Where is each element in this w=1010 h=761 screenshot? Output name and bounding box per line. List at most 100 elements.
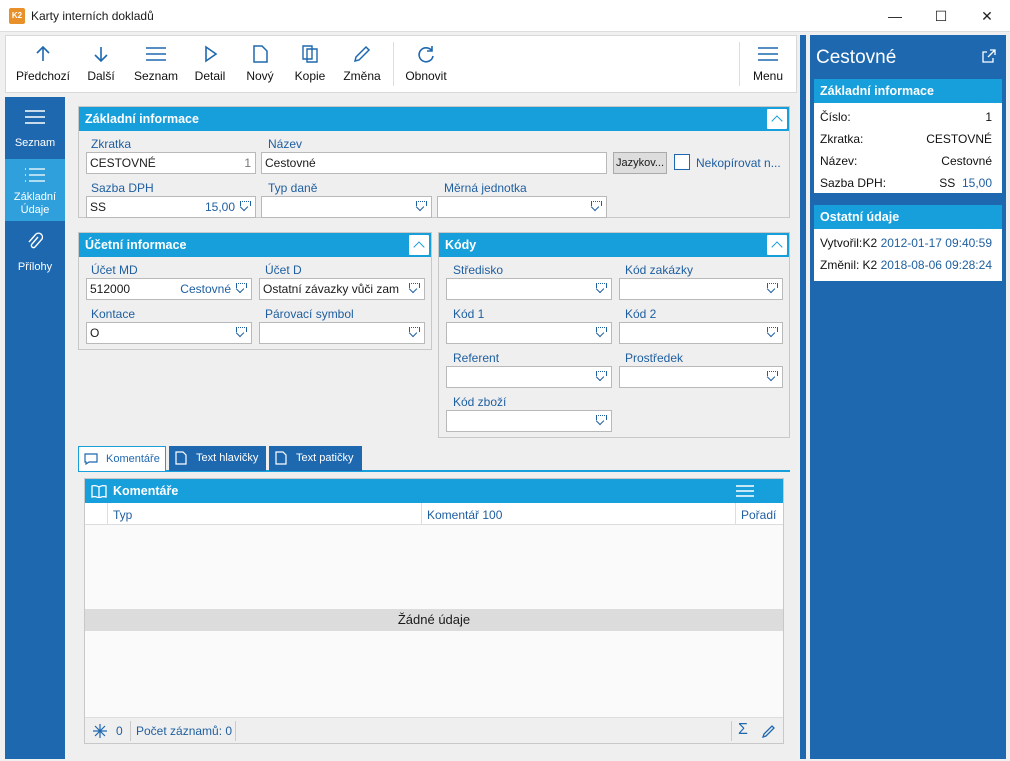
nav-item-attachments[interactable]: Přílohy [5,223,65,283]
dropdown-icon[interactable] [408,282,420,296]
abbr-label: Zkratka [91,137,132,151]
d-field[interactable]: Ostatní závazky vůči zam [259,278,425,300]
list-button[interactable]: Seznam [130,36,182,92]
comments-header: Komentáře [85,479,783,503]
goods-field[interactable] [446,410,612,432]
right-detail-panel: Cestovné Základní informace Číslo: 1 Zkra… [810,35,1006,759]
column-comment[interactable]: Komentář 100 [427,508,502,522]
title-bar: K2 Karty interních dokladů — ☐ ✕ [0,0,1010,32]
minimize-button[interactable]: — [872,0,918,32]
dropdown-icon[interactable] [595,326,607,340]
popout-icon[interactable] [982,49,996,63]
dropdown-icon[interactable] [595,370,607,384]
center-field[interactable] [446,278,612,300]
change-button[interactable]: Změna [338,36,386,92]
dropdown-icon[interactable] [595,414,607,428]
previous-button[interactable]: Předchozí [12,36,74,92]
code1-field[interactable] [446,322,612,344]
column-type[interactable]: Typ [113,508,132,522]
unit-field[interactable] [437,196,607,218]
dropdown-icon[interactable] [235,326,247,340]
accounting-header: Účetní informace [79,233,431,257]
document-icon [275,451,287,465]
detail-button[interactable]: Detail [188,36,232,92]
dropdown-icon[interactable] [415,200,427,214]
close-button[interactable]: ✕ [964,0,1010,32]
splitter[interactable] [800,35,806,759]
pencil-icon [353,45,371,63]
empty-message: Žádné údaje [85,609,783,631]
refresh-icon [418,46,434,63]
maximize-button[interactable]: ☐ [918,0,964,32]
bullet-list-icon [25,168,45,182]
nocopy-checkbox[interactable] [674,154,690,170]
collapse-icon[interactable] [767,109,787,129]
menu-button[interactable]: Menu [746,36,790,92]
dropdown-icon[interactable] [766,370,778,384]
name-label: Název [268,137,303,151]
dropdown-icon[interactable] [766,326,778,340]
dropdown-icon[interactable] [766,282,778,296]
row-number: Číslo: 1 [820,110,992,124]
accounting-panel: Účetní informace Účet MD 512000 Cestovné … [78,232,432,350]
referent-label: Referent [453,351,500,365]
referent-field[interactable] [446,366,612,388]
basic-info-header: Základní informace [79,107,789,131]
basic-info-panel: Základní informace Zkratka CESTOVNÉ 1 Náz… [78,106,790,218]
toolbar: Předchozí Další Seznam Detail Nový Kopie… [5,35,797,93]
window-title: Karty interních dokladů [31,9,154,23]
frozen-count: 0 [116,724,123,738]
nocopy-label: Nekopírovat n... [696,156,781,170]
unit-label: Měrná jednotka [444,181,527,195]
dropdown-icon[interactable] [239,200,251,214]
codes-header: Kódy [439,233,789,257]
table-footer: 0 Počet záznamů: 0 Σ [85,717,783,743]
arrow-up-icon [36,45,50,61]
copy-button[interactable]: Kopie [288,36,332,92]
tab-header-text[interactable]: Text hlavičky [169,446,266,471]
nav-item-list[interactable]: Seznam [5,97,65,157]
pair-field[interactable] [259,322,425,344]
tab-comments[interactable]: Komentáře [78,446,166,471]
nav-item-basic-data[interactable]: Základní Údaje [5,159,65,221]
md-field[interactable]: 512000 Cestovné [86,278,252,300]
snowflake-icon[interactable] [93,724,107,738]
refresh-button[interactable]: Obnovit [400,36,452,92]
collapse-icon[interactable] [761,481,781,501]
contact-field[interactable]: O [86,322,252,344]
language-button[interactable]: Jazykov... [613,152,667,174]
new-button[interactable]: Nový [238,36,282,92]
dropdown-icon[interactable] [595,282,607,296]
collapse-icon[interactable] [980,81,1000,101]
collapse-icon[interactable] [409,235,429,255]
vat-field[interactable]: SS 15,00 [86,196,256,218]
left-navigation: Seznam Základní Údaje Přílohy [5,97,65,759]
dropdown-icon[interactable] [235,282,247,296]
taxtype-field[interactable] [261,196,432,218]
code1-label: Kód 1 [453,307,485,321]
sum-icon[interactable]: Σ [738,721,748,739]
column-order[interactable]: Pořadí [741,508,776,522]
goods-label: Kód zboží [453,395,507,409]
row-name: Název: Cestovné [820,154,992,168]
name-field[interactable]: Cestovné [261,152,607,174]
tab-footer-text[interactable]: Text patičky [269,446,362,471]
copy-icon [302,45,318,63]
code2-field[interactable] [619,322,783,344]
means-field[interactable] [619,366,783,388]
app-icon: K2 [9,8,25,24]
collapse-icon[interactable] [767,235,787,255]
pencil-icon[interactable] [762,724,776,738]
abbr-field[interactable]: CESTOVNÉ 1 [86,152,256,174]
contact-label: Kontace [91,307,136,321]
next-button[interactable]: Další [78,36,124,92]
row-changed: Změnil: K2 2018-08-06 09:28:24 [820,258,992,272]
collapse-icon[interactable] [980,207,1000,227]
dropdown-icon[interactable] [590,200,602,214]
comments-panel: Komentáře Typ Komentář 100 Pořadí Žádné … [84,478,784,744]
order-field[interactable] [619,278,783,300]
md-label: Účet MD [91,263,138,277]
dropdown-icon[interactable] [408,326,420,340]
column-menu-icon[interactable] [735,484,755,498]
row-created: Vytvořil: K2 2012-01-17 09:40:59 [820,236,992,250]
